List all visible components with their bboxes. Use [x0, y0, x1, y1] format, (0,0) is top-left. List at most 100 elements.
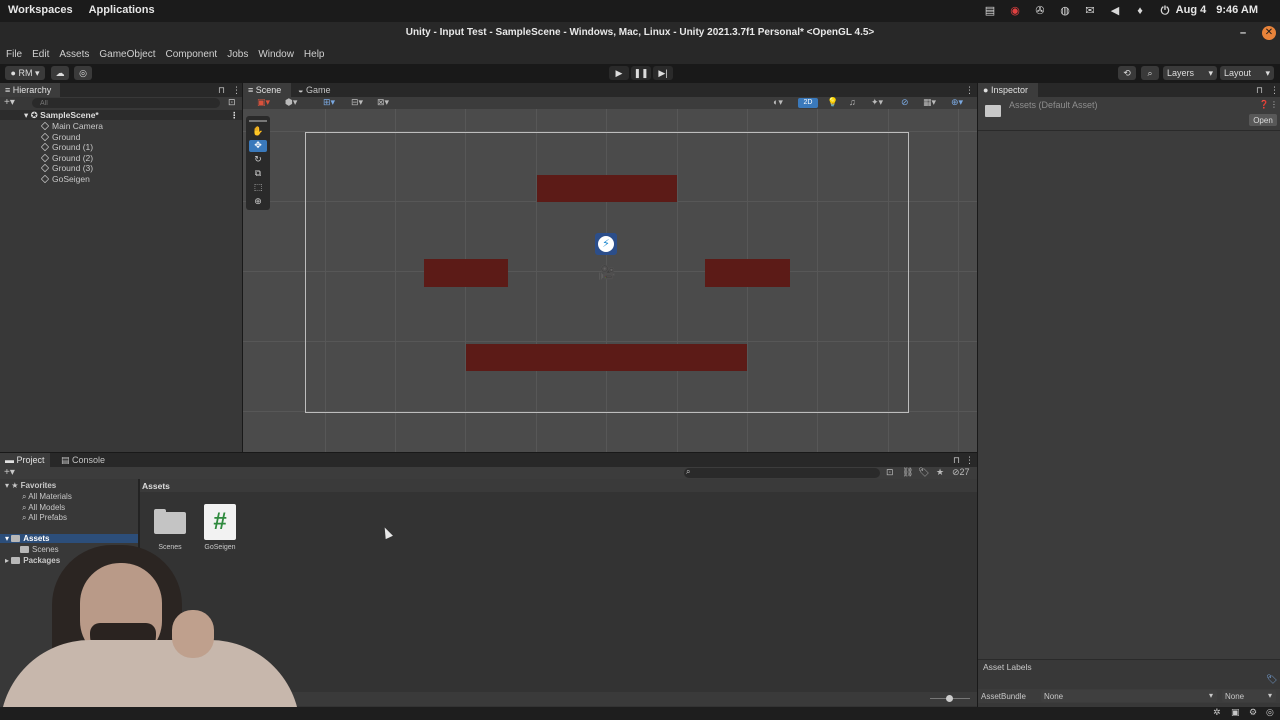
workspaces-menu[interactable]: Workspaces	[8, 4, 73, 16]
gizmos-icon[interactable]: ⊕▾	[951, 97, 963, 108]
assetbundle-variant-dropdown[interactable]: None ▾	[1222, 690, 1276, 702]
menu-file[interactable]: File	[6, 49, 22, 60]
tab-console[interactable]: ▤ Console	[56, 453, 110, 467]
tab-scene[interactable]: ≡ Scene	[243, 83, 291, 97]
clipboard-icon[interactable]: ▤	[983, 4, 997, 18]
ground-block[interactable]	[705, 259, 790, 287]
applications-menu[interactable]: Applications	[89, 4, 155, 16]
menu-gameobject[interactable]: GameObject	[99, 49, 155, 60]
effects-icon[interactable]: ✦▾	[871, 97, 883, 108]
hierarchy-item[interactable]: GoSeigen	[0, 174, 242, 184]
favorite-item[interactable]: ⌕ All Models	[22, 503, 65, 513]
move-tool-icon[interactable]: ✥	[249, 140, 267, 152]
microphone-icon[interactable]: ♦	[1133, 4, 1147, 18]
hand-tool-icon[interactable]: ✋	[249, 126, 267, 138]
tag-icon[interactable]: 🏷	[918, 467, 929, 478]
close-icon[interactable]: ✕	[1262, 26, 1276, 40]
tab-hierarchy[interactable]: ≡ Hierarchy	[0, 83, 60, 97]
add-object-button[interactable]: +▾	[4, 97, 15, 108]
menu-jobs[interactable]: Jobs	[227, 49, 248, 60]
more-options-icon[interactable]: ⋮	[965, 83, 974, 97]
discord-icon[interactable]: ◍	[1058, 4, 1072, 18]
rect-tool-icon[interactable]: ⬚	[249, 182, 267, 194]
ground-block[interactable]	[537, 175, 677, 202]
cloud-button[interactable]: ☁	[51, 66, 69, 80]
hidden-objects-icon[interactable]: ⊘	[901, 97, 909, 108]
hierarchy-item[interactable]: Ground	[0, 132, 242, 142]
step-button[interactable]: ▶|	[653, 66, 673, 80]
gizmo-orientation-icon[interactable]: ◐▾	[773, 97, 783, 108]
hidden-packages-toggle[interactable]: ⊘27	[952, 467, 970, 478]
help-icon[interactable]: ❓	[1259, 100, 1269, 109]
camera-gizmo-icon[interactable]: 🎥	[595, 264, 619, 280]
search-by-type-icon[interactable]: ⊡	[886, 467, 894, 478]
lock-icon[interactable]: ⊓	[218, 83, 225, 97]
audio-icon[interactable]: ♫	[849, 97, 856, 107]
filter-by-label-icon[interactable]: ⛓	[902, 467, 913, 478]
favorites-row[interactable]: ▾ ★ Favorites	[5, 481, 56, 490]
rotate-tool-icon[interactable]: ↻	[249, 154, 267, 166]
menu-assets[interactable]: Assets	[59, 49, 89, 60]
menu-component[interactable]: Component	[166, 49, 218, 60]
hierarchy-item[interactable]: Ground (1)	[0, 142, 242, 152]
breadcrumb-item[interactable]: Assets	[142, 481, 170, 491]
favorite-star-icon[interactable]: ★	[936, 467, 944, 478]
lighting-icon[interactable]: 💡	[827, 97, 838, 108]
layers-dropdown[interactable]: Layers ▾	[1163, 66, 1217, 80]
history-button[interactable]: ⟲	[1118, 66, 1136, 80]
notifications-icon[interactable]: ◎	[1266, 707, 1274, 718]
hierarchy-item[interactable]: Ground (2)	[0, 153, 242, 163]
lock-icon[interactable]: ⊓	[953, 453, 960, 467]
tab-inspector[interactable]: ● Inspector	[978, 83, 1038, 97]
ground-block[interactable]	[424, 259, 508, 287]
grid-snapping-icon[interactable]: ⊞▾	[323, 97, 335, 108]
icon-size-slider-thumb[interactable]	[946, 695, 953, 702]
mail-icon[interactable]: ✉	[1083, 4, 1097, 18]
ground-block[interactable]	[466, 344, 747, 371]
search-filter-icon[interactable]: ⊡	[228, 97, 236, 108]
hierarchy-item[interactable]: Ground (3)	[0, 163, 242, 173]
scene-viewport[interactable]: ⚡ 🎥	[243, 109, 977, 452]
favorite-item[interactable]: ⌕ All Prefabs	[22, 513, 67, 523]
transform-tool-icon[interactable]: ⊕	[249, 196, 267, 208]
search-button[interactable]: ⌕	[1141, 66, 1159, 80]
play-button[interactable]: ▶	[609, 66, 629, 80]
hierarchy-item[interactable]: Main Camera	[0, 121, 242, 131]
grid-visibility-icon[interactable]: ⊟▾	[351, 97, 363, 108]
draw-mode-icon[interactable]: ▣▾	[257, 97, 270, 108]
more-options-icon[interactable]: ⋮	[1270, 83, 1279, 97]
debug-icon[interactable]: ✲	[1213, 707, 1221, 718]
more-options-icon[interactable]: ⋮	[1270, 100, 1278, 109]
scene-root-row[interactable]: ▾ ✪ SampleScene* ⋮	[0, 110, 242, 120]
layout-dropdown[interactable]: Layout ▾	[1220, 66, 1274, 80]
menu-help[interactable]: Help	[304, 49, 325, 60]
drag-handle[interactable]	[249, 120, 267, 122]
settings-icon[interactable]: ⚙	[1249, 707, 1257, 718]
scene-options-icon[interactable]: ⋮	[230, 110, 239, 120]
menu-window[interactable]: Window	[258, 49, 294, 60]
increment-snap-icon[interactable]: ⊠▾	[377, 97, 389, 108]
player-object[interactable]: ⚡	[595, 233, 617, 255]
lock-icon[interactable]: ⊓	[1256, 83, 1263, 97]
tab-game[interactable]: ◒ Game	[293, 83, 335, 97]
camera-settings-icon[interactable]: ▦▾	[923, 97, 936, 108]
mode-2d-button[interactable]: 2D	[798, 98, 818, 108]
clock[interactable]: Aug 4 9:46 AM	[1176, 4, 1258, 16]
hierarchy-search-input[interactable]	[32, 98, 220, 108]
shading-icon[interactable]: ⬢▾	[285, 97, 297, 108]
scale-tool-icon[interactable]: ⧉	[249, 168, 267, 180]
more-options-icon[interactable]: ⋮	[965, 453, 974, 467]
progress-icon[interactable]: ▣	[1231, 707, 1240, 718]
open-button[interactable]: Open	[1249, 114, 1277, 126]
record-icon[interactable]: ◉	[1008, 4, 1022, 18]
create-asset-button[interactable]: +▾	[4, 467, 15, 478]
minimize-icon[interactable]: –	[1240, 25, 1246, 41]
menu-edit[interactable]: Edit	[32, 49, 49, 60]
label-tag-icon[interactable]: 🏷	[1266, 674, 1277, 685]
account-button[interactable]: ● RM ▾	[5, 66, 45, 80]
power-settings-icon[interactable]: ⏻	[1158, 4, 1172, 18]
collab-button[interactable]: ◎	[74, 66, 92, 80]
more-options-icon[interactable]: ⋮	[232, 83, 241, 97]
project-search-input[interactable]: ⌕	[684, 467, 880, 478]
pause-button[interactable]: ❚❚	[631, 66, 651, 80]
